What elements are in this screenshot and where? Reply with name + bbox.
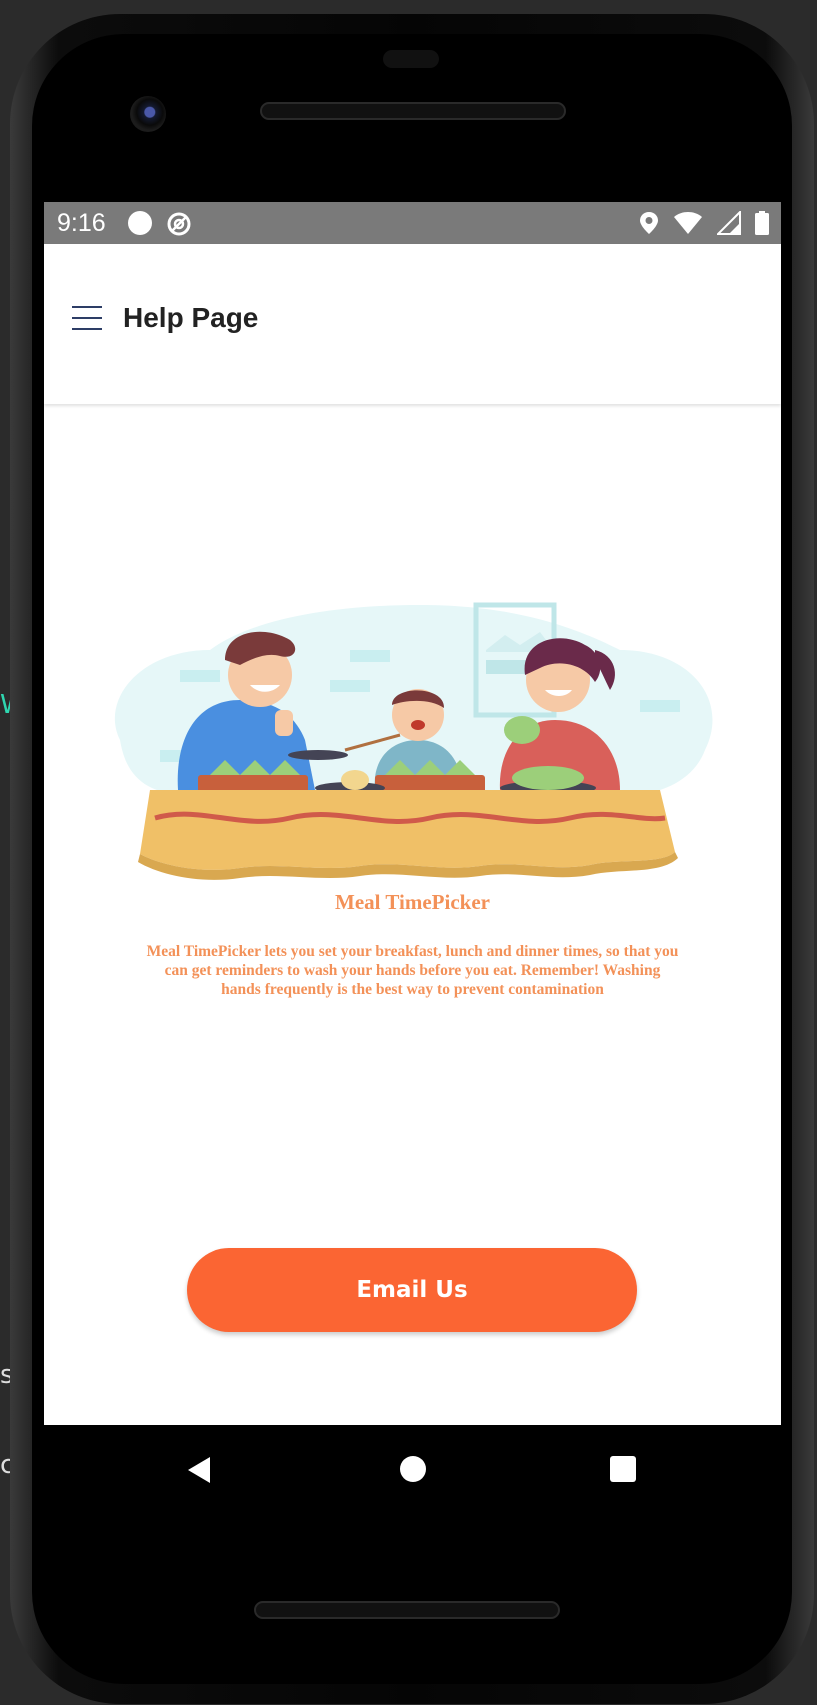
hamburger-menu-icon[interactable] <box>72 306 102 332</box>
recent-apps-icon[interactable] <box>610 1456 636 1482</box>
app-screen: 9:16 Help Page Meal TimePicker Meal Time… <box>44 202 781 1425</box>
home-icon[interactable] <box>400 1456 426 1482</box>
status-bar: 9:16 <box>44 202 781 244</box>
wifi-icon <box>673 211 703 240</box>
battery-icon <box>755 211 769 240</box>
family-eating-illustration <box>100 590 720 880</box>
at-sign-icon <box>166 211 192 242</box>
earpiece-speaker <box>260 102 566 120</box>
bottom-speaker <box>254 1601 560 1619</box>
back-icon[interactable] <box>186 1456 212 1489</box>
page-title: Help Page <box>123 302 259 333</box>
status-time: 9:16 <box>57 209 106 237</box>
email-us-button[interactable]: Email Us <box>187 1248 637 1332</box>
notification-dot-icon <box>128 211 152 235</box>
front-camera <box>130 96 166 132</box>
app-bar: Help Page <box>44 244 781 404</box>
signal-icon <box>715 209 741 240</box>
app-name-heading: Meal TimePicker <box>335 890 490 914</box>
app-description: Meal TimePicker lets you set your breakf… <box>146 943 679 998</box>
location-icon <box>639 211 659 240</box>
sensor-slit <box>383 50 439 68</box>
